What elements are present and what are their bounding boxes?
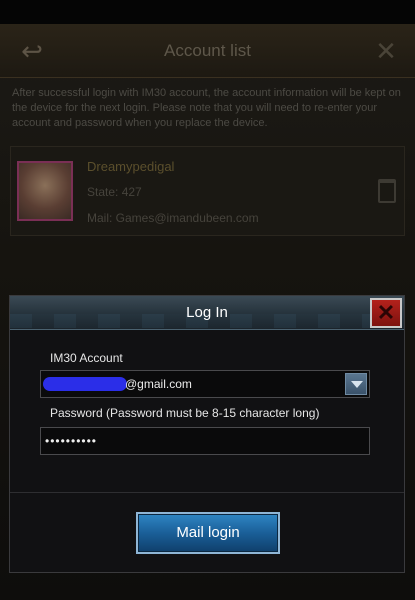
divider [10,492,404,493]
login-dialog: Log In ✕ IM30 Account @gmail.com Passwor… [9,295,405,573]
account-state: State: 427 [87,185,142,199]
close-icon[interactable]: ✕ [370,298,402,328]
account-name: Dreamypedigal [87,159,175,174]
dialog-header: Log In ✕ [10,296,404,330]
password-label: Password (Password must be 8-15 characte… [50,406,320,420]
account-list-header: ↩ Account list ✕ [0,24,415,78]
close-icon[interactable]: ✕ [371,34,401,68]
redaction-mark [43,377,127,391]
saved-account-card[interactable]: Dreamypedigal State: 427 Mail: Games@ima… [10,146,405,236]
account-label: IM30 Account [50,351,123,365]
password-field[interactable]: •••••••••• [40,427,370,455]
account-select[interactable]: @gmail.com [40,370,370,398]
trash-icon[interactable] [378,179,396,203]
account-mail: Mail: Games@imandubeen.com [87,211,259,225]
account-list-description: After successful login with IM30 account… [12,87,401,129]
account-value: @gmail.com [125,377,192,391]
status-bar [0,0,415,24]
avatar [17,161,73,221]
account-list-title: Account list [164,41,251,60]
dialog-title: Log In [186,304,228,321]
chevron-down-icon[interactable] [345,373,367,395]
mail-login-button[interactable]: Mail login [136,512,280,554]
